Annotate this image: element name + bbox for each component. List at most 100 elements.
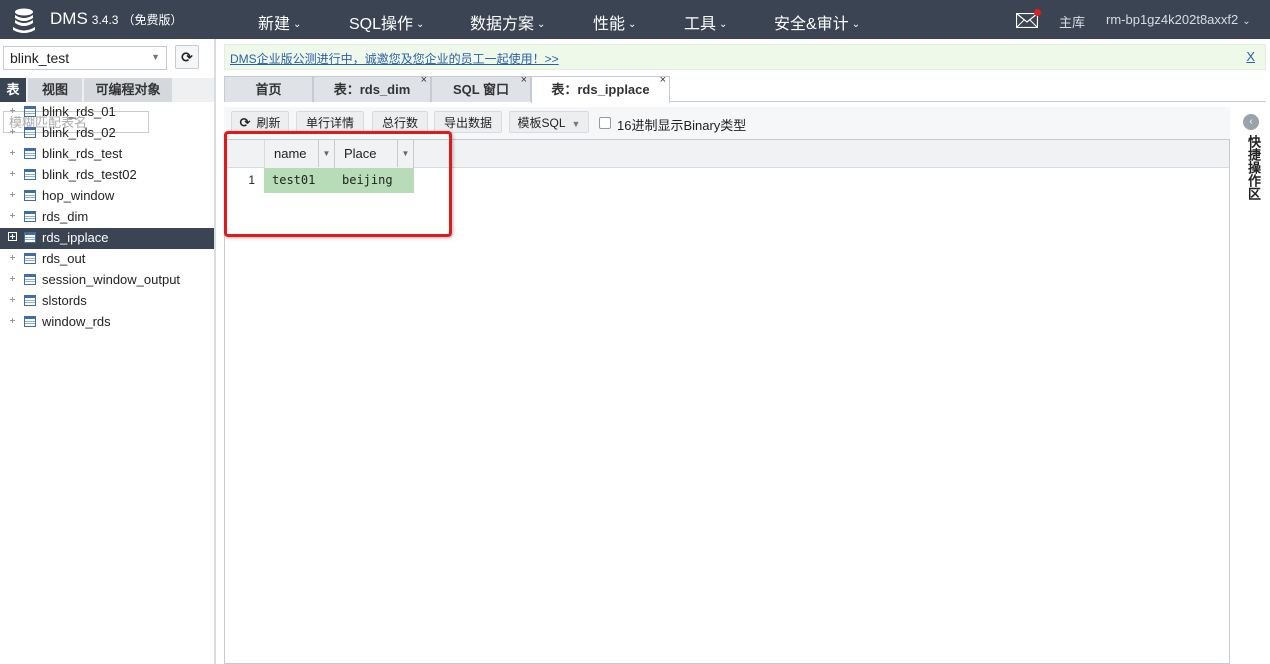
grid-cell[interactable]: test01 [264, 168, 335, 193]
nav-sql-operations-label: SQL操作 [349, 16, 414, 33]
table-icon [24, 190, 36, 201]
template-sql-dropdown[interactable]: 模板SQL ▼ [509, 111, 589, 133]
tree-expand-icon[interactable] [8, 190, 17, 199]
tree-item-label: blink_rds_02 [42, 125, 116, 140]
tree-item-label: rds_ipplace [42, 230, 109, 245]
table-icon [24, 295, 36, 306]
refresh-tables-button[interactable]: ⟳ [175, 45, 199, 69]
quick-actions-label[interactable]: 快捷操作区 [1244, 135, 1261, 200]
sidebar: blink_test ▼ ⟳ 表 视图 可编程对象 blink_rds_01bl… [0, 39, 214, 664]
master-label[interactable]: 主库 [1059, 12, 1085, 31]
tree-expand-icon[interactable] [8, 106, 17, 115]
notice-close-button[interactable]: X [1246, 49, 1255, 64]
export-data-button[interactable]: 导出数据 [434, 111, 502, 133]
chevron-down-icon: ⌄ [628, 19, 637, 30]
chevron-down-icon: ⌄ [719, 19, 728, 30]
tab-table-rds-dim[interactable]: 表：rds_dim × [313, 74, 431, 102]
tree-expand-icon[interactable] [8, 316, 17, 325]
brand-name: DMS [50, 9, 88, 28]
tree-item-table[interactable]: blink_rds_01 [0, 102, 214, 123]
tree-expand-icon[interactable] [8, 232, 17, 241]
tree-expand-icon[interactable] [8, 274, 17, 283]
nav-sql-operations[interactable]: SQL操作 ⌄ [349, 10, 424, 34]
instance-selector[interactable]: rm-bp1gz4k202t8axxf2 ⌄ [1106, 12, 1251, 27]
hex-binary-checkbox[interactable] [599, 117, 611, 129]
chevron-down-icon: ⌄ [293, 19, 302, 30]
tree-item-label: rds_dim [42, 209, 89, 224]
tree-expand-icon[interactable] [8, 253, 17, 262]
nav-new[interactable]: 新建 ⌄ [258, 10, 301, 34]
total-rows-button[interactable]: 总行数 [372, 111, 428, 133]
nav-new-label: 新建 [258, 16, 291, 33]
nav-tools[interactable]: 工具 ⌄ [684, 10, 727, 34]
tree-item-label: slstords [42, 293, 87, 308]
editor-tabs: 首页 表：rds_dim × SQL 窗口 × 表：rds_ipplace × [224, 74, 1266, 103]
tree-item-table[interactable]: session_window_output [0, 270, 214, 291]
tab-programmable-objects[interactable]: 可编程对象 [84, 78, 172, 102]
tree-item-label: blink_rds_test [42, 146, 123, 161]
table-icon [24, 169, 36, 180]
table-icon [24, 316, 36, 327]
row-detail-button[interactable]: 单行详情 [296, 111, 364, 133]
tab-views[interactable]: 视图 [28, 78, 82, 102]
data-grid: name ▼ Place ▼ 1 test01 beijing [224, 139, 1230, 664]
tree-expand-icon[interactable] [8, 127, 17, 136]
tree-item-label: window_rds [42, 314, 111, 329]
row-number: 1 [248, 173, 255, 187]
tree-item-label: blink_rds_01 [42, 104, 116, 119]
chevron-left-icon[interactable]: ‹ [1243, 114, 1259, 130]
tab-sql-window[interactable]: SQL 窗口 × [431, 74, 531, 102]
tree-expand-icon[interactable] [8, 211, 17, 220]
tab-table-rds-ipplace-label: 表：rds_ipplace [551, 82, 650, 97]
tree-item-table[interactable]: rds_dim [0, 207, 214, 228]
column-header-label: Place [344, 146, 377, 161]
column-menu-icon[interactable]: ▼ [318, 140, 334, 167]
dropdown-arrow-icon: ▼ [571, 119, 581, 129]
grid-header: name ▼ Place ▼ [225, 140, 1229, 168]
refresh-button[interactable]: ⟳ 刷新 [231, 111, 289, 133]
tree-item-table[interactable]: window_rds [0, 312, 214, 333]
tree-item-table[interactable]: rds_ipplace [0, 228, 214, 249]
tree-item-table[interactable]: rds_out [0, 249, 214, 270]
notice-link[interactable]: DMS企业版公测进行中，诚邀您及您企业的员工一起使用！>> [230, 50, 559, 67]
tab-home[interactable]: 首页 [224, 76, 313, 102]
close-icon[interactable]: × [521, 72, 527, 88]
grid-cell[interactable]: beijing [335, 168, 414, 193]
close-icon[interactable]: × [421, 72, 427, 88]
close-icon[interactable]: × [660, 72, 666, 88]
row-number-header [225, 140, 265, 168]
tab-home-label: 首页 [255, 82, 282, 97]
nav-performance[interactable]: 性能 ⌄ [593, 10, 636, 34]
column-header-place[interactable]: Place ▼ [335, 140, 414, 168]
nav-data-solutions[interactable]: 数据方案 ⌄ [470, 10, 545, 34]
database-select[interactable]: blink_test ▼ [3, 46, 167, 70]
tab-tables[interactable]: 表 [0, 78, 26, 102]
tree-expand-icon[interactable] [8, 169, 17, 178]
tree-item-table[interactable]: blink_rds_test [0, 144, 214, 165]
tree-item-label: blink_rds_test02 [42, 167, 137, 182]
tab-sql-window-label: SQL 窗口 [452, 82, 510, 97]
brand-version: 3.4.3 [91, 13, 119, 27]
refresh-button-label: 刷新 [256, 116, 281, 130]
column-header-name[interactable]: name ▼ [265, 140, 335, 168]
tab-table-rds-ipplace[interactable]: 表：rds_ipplace × [531, 74, 670, 103]
chevron-down-icon: ⌄ [416, 19, 425, 30]
dropdown-arrow-icon: ▼ [151, 52, 160, 62]
tree-expand-icon[interactable] [8, 295, 17, 304]
sidebar-splitter[interactable] [214, 39, 216, 664]
app-brand[interactable]: DMS 3.4.3 （免费版） [50, 9, 183, 29]
nav-security-audit[interactable]: 安全&审计 ⌄ [774, 10, 860, 34]
top-navigation-bar: DMS 3.4.3 （免费版） 新建 ⌄ SQL操作 ⌄ 数据方案 ⌄ 性能 ⌄ 工具 ⌄ 安… [0, 0, 1270, 39]
tree-item-table[interactable]: slstords [0, 291, 214, 312]
column-menu-icon[interactable]: ▼ [397, 140, 413, 167]
table-toolbar: ⟳ 刷新 单行详情 总行数 导出数据 模板SQL ▼ 16进制显示Binary类型 [224, 107, 1230, 139]
notice-bar: DMS企业版公测进行中，诚邀您及您企业的员工一起使用！>> X [224, 44, 1266, 70]
tree-item-table[interactable]: hop_window [0, 186, 214, 207]
tree-item-table[interactable]: blink_rds_test02 [0, 165, 214, 186]
chevron-down-icon: ⌄ [1242, 16, 1251, 27]
tree-item-table[interactable]: blink_rds_02 [0, 123, 214, 144]
tree-expand-icon[interactable] [8, 148, 17, 157]
table-icon [24, 148, 36, 159]
nav-tools-label: 工具 [684, 16, 717, 33]
tree-item-label: rds_out [42, 251, 86, 266]
